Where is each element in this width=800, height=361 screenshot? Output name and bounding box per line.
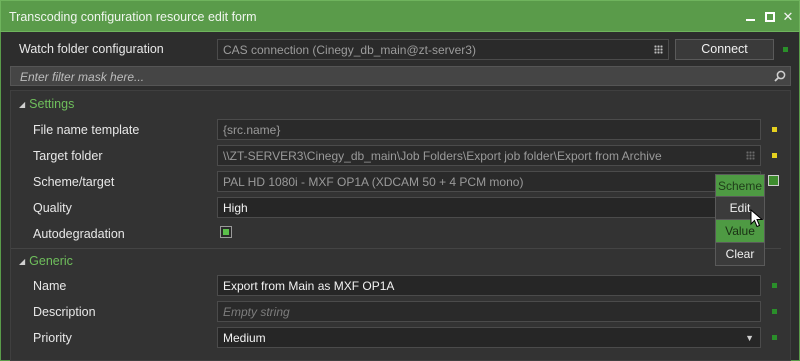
name-field[interactable]: Export from Main as MXF OP1A [217,275,761,296]
section-settings[interactable]: ◢ Settings [19,97,74,111]
menu-item-scheme[interactable]: Scheme [715,174,765,197]
quality-value: High [223,201,248,215]
minimize-button[interactable] [744,10,758,24]
description-label: Description [33,305,96,319]
watch-folder-label: Watch folder configuration [19,42,164,56]
section-settings-label: Settings [29,97,75,111]
quality-label: Quality [33,201,72,215]
status-indicator [772,335,777,340]
filter-placeholder: Enter filter mask here... [20,70,145,84]
browse-grid-icon[interactable] [654,45,663,54]
quality-select[interactable]: High [217,197,761,218]
close-icon: ✕ [782,9,794,24]
maximize-button[interactable] [763,10,777,24]
scheme-menu-toggle[interactable] [768,175,779,186]
target-folder-label: Target folder [33,149,103,163]
section-divider [11,248,781,249]
status-indicator [772,283,777,288]
name-label: Name [33,279,67,293]
status-indicator [783,47,788,52]
maximize-icon [765,12,775,22]
modified-indicator [772,153,777,158]
priority-label: Priority [33,331,72,345]
autodegradation-checkbox[interactable] [220,226,232,238]
description-placeholder: Empty string [223,305,290,319]
watch-folder-value: CAS connection (Cinegy_db_main@zt-server… [223,43,476,57]
priority-value: Medium [223,331,266,345]
title-bar: Transcoding configuration resource edit … [0,0,800,32]
scheme-target-value: PAL HD 1080i - MXF OP1A (XDCAM 50 + 4 PC… [223,175,524,189]
menu-item-clear[interactable]: Clear [715,243,765,266]
autodegradation-label: Autodegradation [33,227,125,241]
file-name-template-label: File name template [33,123,140,137]
filter-input[interactable]: Enter filter mask here... [10,66,791,86]
target-folder-value: \\ZT-SERVER3\Cinegy_db_main\Job Folders\… [223,149,662,163]
search-icon[interactable] [774,70,786,82]
checkbox-check-icon [223,229,229,235]
priority-select[interactable]: Medium ▼ [217,327,761,348]
section-generic[interactable]: ◢ Generic [19,254,73,268]
main-area: Watch folder configuration CAS connectio… [0,32,800,361]
connect-button[interactable]: Connect [675,39,774,60]
scheme-target-label: Scheme/target [33,175,115,189]
close-button[interactable]: ✕ [781,10,795,24]
scheme-target-field[interactable]: PAL HD 1080i - MXF OP1A (XDCAM 50 + 4 PC… [217,171,761,192]
chevron-down-icon[interactable]: ▼ [745,333,754,343]
collapse-triangle-icon: ◢ [19,100,26,109]
mouse-cursor-icon [750,209,764,228]
file-name-template-value: {src.name} [223,123,281,137]
minimize-icon [746,19,755,21]
window-title: Transcoding configuration resource edit … [9,10,257,24]
collapse-triangle-icon: ◢ [19,257,26,266]
target-folder-field[interactable]: \\ZT-SERVER3\Cinegy_db_main\Job Folders\… [217,145,761,166]
watch-folder-field[interactable]: CAS connection (Cinegy_db_main@zt-server… [217,39,669,60]
status-indicator [772,309,777,314]
file-name-template-field[interactable]: {src.name} [217,119,761,140]
description-field[interactable]: Empty string [217,301,761,322]
section-generic-label: Generic [29,254,73,268]
modified-indicator [772,127,777,132]
browse-grid-icon[interactable] [746,151,755,160]
name-value: Export from Main as MXF OP1A [223,279,395,293]
